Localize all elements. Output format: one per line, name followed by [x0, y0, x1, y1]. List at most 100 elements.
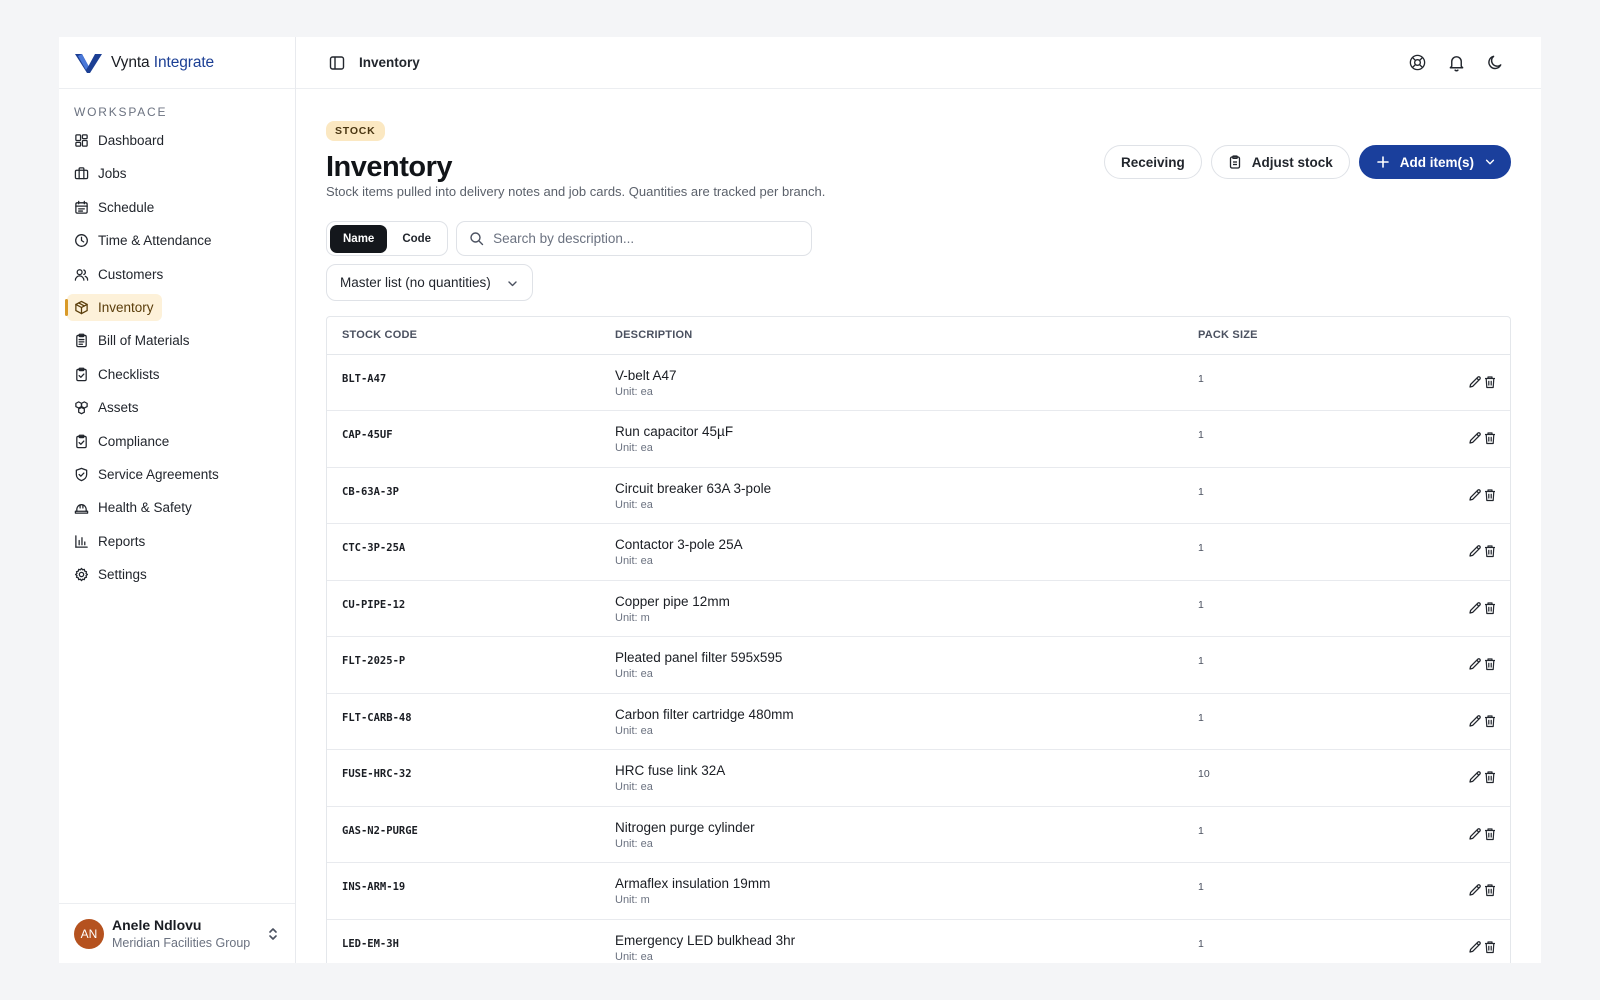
trash-icon[interactable] — [1483, 714, 1497, 728]
cell-pack-size: 1 — [1198, 580, 1381, 637]
bar-chart-icon — [75, 534, 88, 548]
column-header-pack-size[interactable]: PACK SIZE — [1198, 317, 1382, 355]
chevrons-up-down-icon[interactable] — [267, 926, 279, 942]
sidebar-toggle-icon[interactable] — [329, 55, 345, 71]
pencil-icon[interactable] — [1468, 714, 1482, 728]
column-header-description[interactable]: DESCRIPTION — [615, 317, 1198, 355]
cell-stock-code: GAS-N2-PURGE — [327, 806, 615, 863]
trash-icon[interactable] — [1483, 601, 1497, 615]
pencil-icon[interactable] — [1468, 940, 1482, 954]
sidebar-item-time-and-attendance[interactable]: Time & Attendance — [67, 227, 220, 254]
mode-name-button[interactable]: Name — [330, 224, 388, 253]
cell-description: Nitrogen purge cylinder Unit: ea — [615, 806, 1198, 863]
table-row[interactable]: GAS-N2-PURGE Nitrogen purge cylinder Unit:… — [327, 806, 1510, 863]
app-window: Vynta Integrate WORKSPACE Dashboard Jobs S… — [59, 37, 1541, 963]
pencil-icon[interactable] — [1468, 827, 1482, 841]
nav-section-label: WORKSPACE — [74, 105, 168, 119]
chevron-down-icon[interactable] — [1484, 156, 1496, 168]
sidebar-item-service-agreements[interactable]: Service Agreements — [67, 461, 227, 488]
cell-pack-size: 10 — [1198, 750, 1381, 807]
sidebar-item-compliance[interactable]: Compliance — [67, 428, 177, 455]
search-input[interactable] — [493, 231, 794, 246]
bell-icon[interactable] — [1447, 53, 1466, 72]
table-row[interactable]: FLT-CARB-48 Carbon filter cartridge 480mm… — [327, 693, 1510, 750]
pencil-icon[interactable] — [1468, 657, 1482, 671]
table-row[interactable]: FUSE-HRC-32 HRC fuse link 32A Unit: ea 10 — [327, 750, 1510, 807]
table-row[interactable]: FLT-2025-P Pleated panel filter 595x595 Un… — [327, 637, 1510, 693]
sidebar-item-label: Time & Attendance — [98, 233, 212, 249]
trash-icon[interactable] — [1483, 883, 1497, 897]
stock-code: LED-EM-3H — [342, 937, 399, 950]
sidebar-item-label: Customers — [98, 266, 164, 282]
pencil-icon[interactable] — [1468, 883, 1482, 897]
sidebar-item-customers[interactable]: Customers — [67, 261, 171, 288]
table-header-row: STOCK CODE DESCRIPTION PACK SIZE — [327, 317, 1510, 355]
mode-code-button[interactable]: Code — [389, 225, 444, 253]
sidebar-item-settings[interactable]: Settings — [67, 561, 155, 588]
cell-stock-code: FUSE-HRC-32 — [327, 750, 615, 807]
trash-icon[interactable] — [1483, 770, 1497, 784]
trash-icon[interactable] — [1483, 544, 1497, 558]
trash-icon[interactable] — [1483, 375, 1497, 389]
list-select-value: Master list (no quantities) — [340, 275, 491, 290]
trash-icon[interactable] — [1483, 488, 1497, 502]
section-badge: STOCK — [326, 121, 385, 141]
user-menu[interactable]: AN Anele Ndlovu Meridian Facilities Grou… — [59, 903, 295, 963]
brand[interactable]: Vynta Integrate — [59, 37, 295, 89]
users-icon — [74, 268, 89, 281]
cell-description: V-belt A47 Unit: ea — [615, 354, 1198, 411]
cell-stock-code: BLT-A47 — [327, 354, 615, 411]
sidebar-item-bill-of-materials[interactable]: Bill of Materials — [67, 327, 198, 354]
sidebar-item-assets[interactable]: Assets — [67, 394, 147, 421]
sidebar-item-inventory[interactable]: Inventory — [65, 293, 162, 321]
add-item-button[interactable]: Add item(s) — [1358, 145, 1511, 179]
item-unit: Unit: ea — [615, 498, 653, 511]
table-row[interactable]: CTC-3P-25A Contactor 3-pole 25A Unit: ea 1 — [327, 524, 1510, 581]
pencil-icon[interactable] — [1468, 488, 1482, 502]
table-row[interactable]: CU-PIPE-12 Copper pipe 12mm Unit: m 1 — [327, 580, 1510, 637]
pencil-icon[interactable] — [1468, 431, 1482, 445]
table-row[interactable]: INS-ARM-19 Armaflex insulation 19mm Unit: … — [327, 863, 1510, 919]
table-row[interactable]: LED-EM-3H Emergency LED bulkhead 3hr Unit:… — [327, 919, 1510, 963]
sidebar-item-health-and-safety[interactable]: Health & Safety — [67, 494, 200, 521]
sidebar-item-jobs[interactable]: Jobs — [67, 160, 135, 187]
sidebar-item-label: Inventory — [98, 299, 154, 315]
moon-icon[interactable] — [1486, 53, 1505, 72]
trash-icon[interactable] — [1483, 431, 1497, 445]
cell-actions — [1381, 524, 1510, 581]
cell-stock-code: CU-PIPE-12 — [327, 580, 615, 637]
table-row[interactable]: BLT-A47 V-belt A47 Unit: ea 1 — [327, 354, 1510, 411]
table-row[interactable]: CB-63A-3P Circuit breaker 63A 3-pole Unit:… — [327, 467, 1510, 524]
sidebar-item-dashboard[interactable]: Dashboard — [67, 127, 172, 154]
cell-description: Carbon filter cartridge 480mm Unit: ea — [615, 693, 1198, 750]
pack-size: 1 — [1198, 937, 1204, 950]
stock-code: GAS-N2-PURGE — [342, 824, 418, 837]
item-description: Nitrogen purge cylinder — [615, 819, 755, 835]
sidebar-item-reports[interactable]: Reports — [67, 528, 153, 555]
help-icon[interactable] — [1408, 53, 1427, 72]
cell-actions — [1381, 580, 1510, 637]
adjust-stock-button[interactable]: Adjust stock — [1210, 145, 1350, 179]
sidebar-item-checklists[interactable]: Checklists — [67, 361, 168, 388]
item-unit: Unit: ea — [615, 950, 653, 963]
pencil-icon[interactable] — [1468, 544, 1482, 558]
pencil-icon[interactable] — [1468, 770, 1482, 784]
clipboard-check-icon — [76, 367, 87, 381]
search-icon — [470, 232, 484, 246]
avatar: AN — [74, 918, 104, 949]
trash-icon[interactable] — [1483, 827, 1497, 841]
pencil-icon[interactable] — [1468, 375, 1482, 389]
cell-pack-size: 1 — [1198, 806, 1381, 863]
sidebar-item-label: Compliance — [98, 433, 170, 449]
table-row[interactable]: CAP-45UF Run capacitor 45µF Unit: ea 1 — [327, 411, 1510, 467]
pencil-icon[interactable] — [1468, 601, 1482, 615]
list-select[interactable]: Master list (no quantities) — [326, 264, 533, 301]
shield-check-icon — [75, 467, 88, 482]
trash-icon[interactable] — [1483, 940, 1497, 954]
sidebar-item-label: Checklists — [98, 366, 160, 382]
sidebar-item-schedule[interactable]: Schedule — [67, 194, 162, 221]
cell-actions — [1381, 919, 1510, 963]
trash-icon[interactable] — [1483, 657, 1497, 671]
column-header-stock-code[interactable]: STOCK CODE — [327, 317, 615, 355]
receiving-button[interactable]: Receiving — [1103, 145, 1202, 179]
